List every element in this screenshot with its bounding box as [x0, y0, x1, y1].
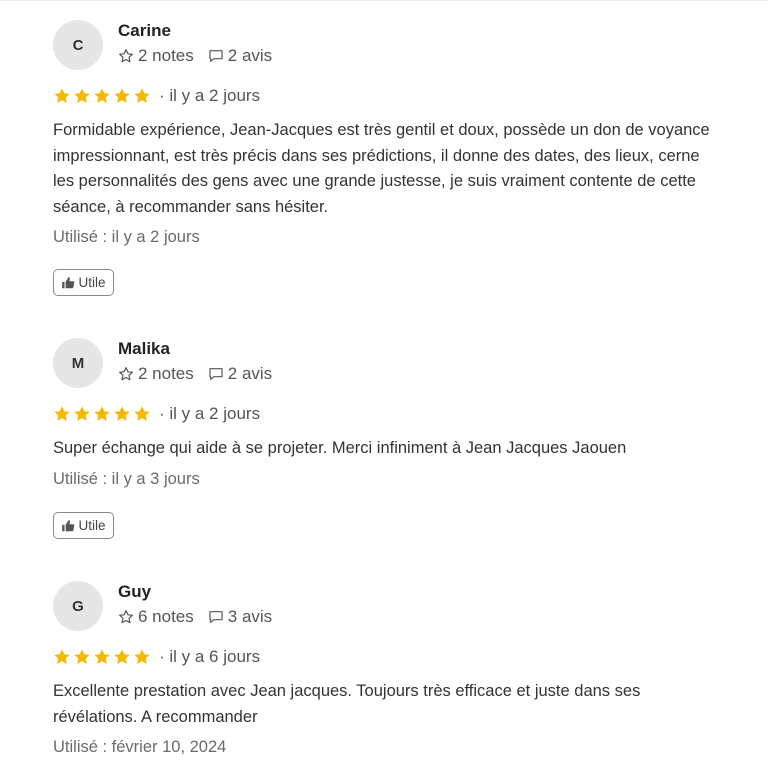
thumbs-up-icon [62, 519, 75, 531]
comment-icon [209, 611, 223, 623]
reviewer-name[interactable]: Carine [118, 21, 171, 41]
review-item: C Carine 2 notes 2 avis · il y a 2 jours… [0, 0, 768, 310]
star-icon [94, 88, 110, 103]
reviewer-name[interactable]: Malika [118, 339, 170, 359]
reviewer-stats: 2 notes 2 avis [118, 46, 272, 66]
star-icon [114, 649, 130, 664]
review-date: · il y a 2 jours [159, 86, 261, 105]
star-icon [74, 406, 90, 421]
reviewer-stats: 6 notes 3 avis [118, 607, 272, 627]
reviews-count: 2 avis [227, 364, 273, 383]
avatar: M [53, 338, 103, 388]
reviewer-name[interactable]: Guy [118, 582, 151, 602]
review-item: G Guy 6 notes 3 avis · il y a 6 jours Ex… [0, 561, 768, 768]
usage-date: Utilisé : il y a 3 jours [53, 470, 200, 488]
reviewer-stats: 2 notes 2 avis [118, 364, 272, 384]
helpful-button[interactable]: Utile [53, 269, 114, 296]
star-icon [134, 406, 150, 421]
thumbs-up-icon [62, 276, 75, 288]
star-icon [54, 649, 70, 664]
star-icon [114, 406, 130, 421]
avatar: C [53, 20, 103, 70]
rating-row: · il y a 2 jours [53, 404, 260, 424]
star-icon [134, 649, 150, 664]
review-date: · il y a 6 jours [159, 647, 261, 666]
star-icon [134, 88, 150, 103]
star-icon [74, 649, 90, 664]
star-icon [94, 649, 110, 664]
star-outline-icon [119, 367, 133, 381]
rating-row: · il y a 2 jours [53, 86, 260, 106]
star-icon [94, 406, 110, 421]
notes-count: 6 notes [138, 607, 194, 626]
review-date: · il y a 2 jours [159, 404, 261, 423]
star-icon [74, 88, 90, 103]
star-outline-icon [119, 610, 133, 624]
review-text: Formidable expérience, Jean-Jacques est … [53, 121, 710, 216]
comment-icon [209, 50, 223, 62]
usage-date: Utilisé : il y a 2 jours [53, 228, 200, 246]
reviews-count: 2 avis [227, 46, 273, 65]
rating-row: · il y a 6 jours [53, 647, 260, 667]
star-rating [53, 405, 153, 423]
notes-count: 2 notes [138, 364, 194, 383]
avatar: G [53, 581, 103, 631]
review-item: M Malika 2 notes 2 avis · il y a 2 jours… [0, 318, 768, 558]
star-outline-icon [119, 49, 133, 63]
reviews-count: 3 avis [227, 607, 273, 626]
star-rating [53, 87, 153, 105]
star-icon [54, 406, 70, 421]
review-text: Super échange qui aide à se projeter. Me… [53, 439, 627, 457]
star-icon [54, 88, 70, 103]
notes-count: 2 notes [138, 46, 194, 65]
review-text: Excellente prestation avec Jean jacques.… [53, 682, 641, 726]
helpful-button[interactable]: Utile [53, 512, 114, 539]
comment-icon [209, 368, 223, 380]
helpful-label: Utile [78, 275, 106, 290]
star-icon [114, 88, 130, 103]
usage-date: Utilisé : février 10, 2024 [53, 738, 227, 756]
helpful-label: Utile [78, 518, 106, 533]
star-rating [53, 648, 153, 666]
